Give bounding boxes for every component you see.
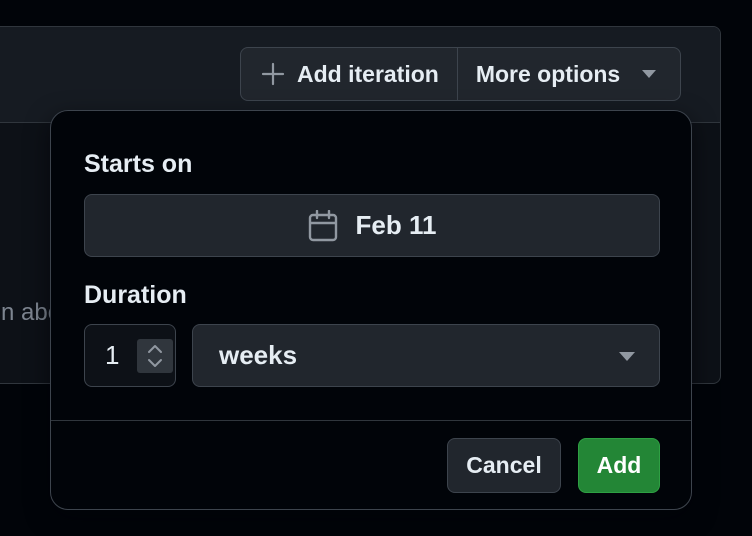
cancel-button[interactable]: Cancel [447, 438, 561, 493]
add-iteration-button[interactable]: Add iteration [241, 48, 457, 100]
duration-stepper[interactable] [137, 339, 173, 373]
more-options-label: More options [475, 60, 621, 87]
calendar-icon [308, 209, 338, 242]
iteration-actions-group: Add iteration More options [240, 47, 682, 101]
add-button[interactable]: Add [578, 438, 660, 493]
duration-label: Duration [84, 281, 187, 309]
add-iteration-popover: Starts on Feb 11 Duration 1 weeks Cancel… [50, 110, 692, 510]
add-iteration-label: Add iteration [297, 60, 439, 87]
duration-number-value: 1 [105, 340, 120, 370]
page: n abo Add iteration More options Starts … [0, 0, 752, 536]
duration-unit-select[interactable]: weeks [192, 324, 660, 387]
duration-number-input[interactable]: 1 [84, 324, 176, 387]
plus-icon [261, 62, 285, 86]
popover-footer-divider [51, 420, 691, 421]
chevron-down-icon [619, 352, 635, 361]
caret-down-icon [642, 70, 657, 78]
more-options-button[interactable]: More options [456, 48, 680, 100]
start-date-picker-button[interactable]: Feb 11 [84, 194, 660, 257]
duration-unit-value: weeks [219, 340, 298, 370]
starts-on-label: Starts on [84, 150, 193, 178]
start-date-value: Feb 11 [355, 210, 437, 240]
